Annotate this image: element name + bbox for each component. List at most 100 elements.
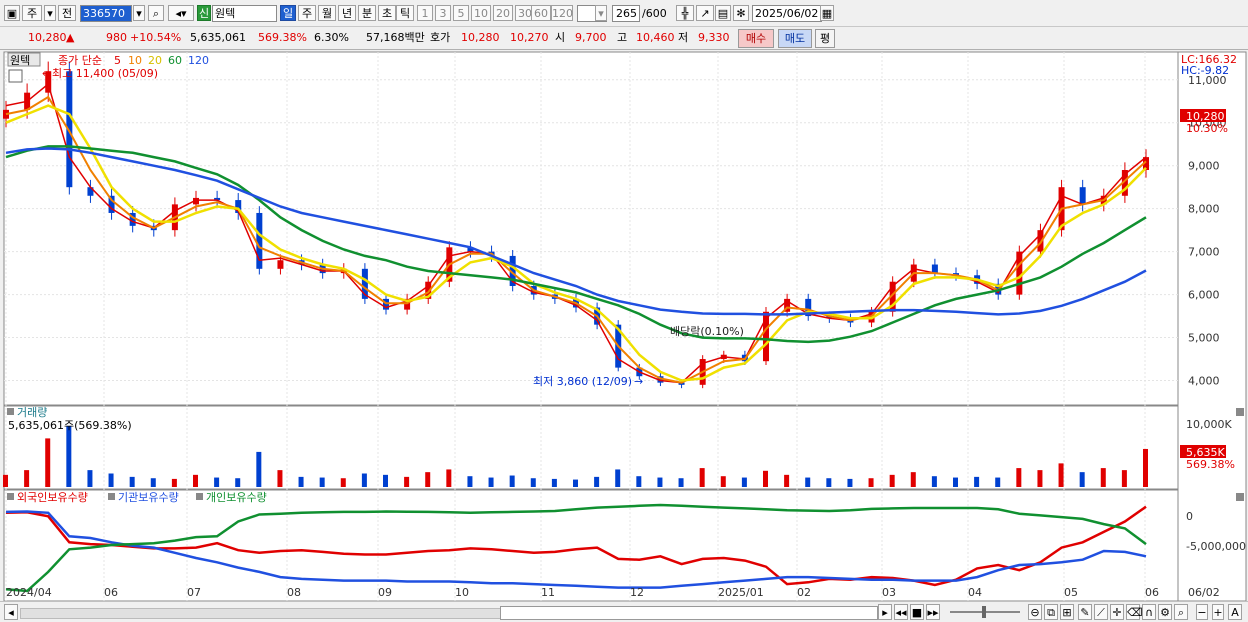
volume-bar — [953, 477, 958, 487]
legend-individual: 개인보유수량 — [206, 491, 267, 504]
eraser-icon[interactable]: ⌫ — [1126, 604, 1143, 620]
custom-minute-dropdown-icon[interactable]: ▾ — [595, 5, 607, 21]
period-day[interactable]: 일 — [280, 5, 296, 21]
price-panel — [3, 51, 1179, 406]
minute-5[interactable]: 5 — [453, 5, 469, 21]
code-dropdown-icon[interactable]: ▾ — [133, 5, 145, 21]
indicator-icon[interactable]: ↗ — [696, 5, 714, 21]
scroll-right-icon[interactable]: ▸ — [878, 604, 892, 620]
date-input[interactable]: 2025/06/02 — [752, 5, 822, 22]
period-tick[interactable]: 틱 — [396, 5, 414, 21]
first-page-icon[interactable]: ◂◂ — [894, 604, 908, 620]
minute-60[interactable]: 60 — [531, 5, 551, 21]
holding-close-icon[interactable] — [1236, 493, 1244, 501]
draw-icon[interactable]: ✎ — [1078, 604, 1092, 620]
volume-y-tick: 10,000K — [1186, 418, 1232, 431]
prev-button[interactable]: 전 — [58, 5, 76, 21]
volume-bar — [657, 477, 663, 487]
sell-button[interactable]: 매도 — [778, 29, 812, 48]
volume-bar — [404, 476, 410, 487]
candle-type-icon[interactable]: ╬ — [676, 5, 694, 21]
compare-icon[interactable]: ⧉ — [1044, 604, 1058, 620]
stock-chart[interactable]: 11,00010,0009,0008,0007,0006,0005,0004,0… — [0, 50, 1248, 601]
zoom-in-icon[interactable]: ⌕ — [1174, 604, 1188, 620]
last-page-icon[interactable]: ▸▸ — [926, 604, 940, 620]
scrollbar-thumb[interactable] — [500, 606, 878, 620]
volume-bar — [108, 473, 114, 487]
gear-icon[interactable]: ✻ — [733, 5, 749, 21]
minute-3[interactable]: 3 — [435, 5, 451, 21]
minute-20[interactable]: 20 — [493, 5, 513, 21]
high-note: 최고 11,400 (05/09) — [52, 67, 158, 80]
period-month[interactable]: 월 — [318, 5, 336, 21]
eval-button[interactable]: 평 — [815, 29, 835, 48]
x-tick-label: 09 — [378, 586, 392, 599]
change-percent: +10.54% — [130, 31, 182, 44]
low-arrow-icon: → — [634, 375, 643, 388]
volume-bar — [1058, 463, 1064, 487]
minus-icon[interactable]: − — [1196, 604, 1208, 620]
volume-bar — [235, 478, 241, 487]
quote-ask: 10,270 — [510, 31, 549, 44]
volume-bar — [615, 469, 621, 487]
volume-bar — [910, 472, 916, 487]
magnet-icon[interactable]: ∩ — [1142, 604, 1156, 620]
volume-bar — [87, 470, 93, 487]
institution-legend-icon — [108, 493, 115, 500]
minute-120[interactable]: 120 — [551, 5, 573, 21]
low-note: 최저 3,860 (12/09) — [533, 375, 632, 388]
turnover-rate: 6.30% — [314, 31, 349, 44]
period-minute[interactable]: 분 — [358, 5, 376, 21]
volume-bar — [699, 468, 705, 487]
zoom-slider-handle[interactable] — [982, 606, 986, 618]
font-size-icon[interactable]: A — [1228, 604, 1242, 620]
stop-icon[interactable]: ■ — [910, 604, 924, 620]
minute-1[interactable]: 1 — [417, 5, 433, 21]
grid-toggle-icon[interactable] — [8, 69, 23, 83]
stock-name-field[interactable]: 원텍 — [212, 5, 277, 22]
plus-icon[interactable]: + — [1212, 604, 1224, 620]
volume-bar — [467, 476, 473, 487]
count-input[interactable]: 265 — [612, 5, 640, 22]
copy-icon[interactable]: ⊞ — [1060, 604, 1074, 620]
tools-icon[interactable]: ⚙ — [1158, 604, 1172, 620]
scrollbar-track[interactable] — [20, 608, 502, 619]
volume-bar — [319, 477, 325, 487]
period-second[interactable]: 초 — [378, 5, 396, 21]
volume-bar — [974, 476, 980, 487]
ma-legend-5: 5 — [114, 54, 121, 67]
period-week[interactable]: 주 — [298, 5, 316, 21]
holding-panel — [3, 489, 1179, 601]
volume-bar — [277, 470, 283, 487]
minute-10[interactable]: 10 — [471, 5, 491, 21]
search-icon[interactable]: ⌕ — [148, 5, 164, 21]
speaker-icon[interactable]: ◂▾ — [168, 5, 194, 21]
line-tool-icon[interactable]: ⟋ — [1094, 604, 1108, 620]
open-label: 시 — [555, 31, 566, 44]
x-tick-label: 11 — [541, 586, 555, 599]
holding-y-tick-1: -5,000,000 — [1186, 540, 1246, 553]
period-year[interactable]: 년 — [338, 5, 356, 21]
x-tick-label: 08 — [287, 586, 301, 599]
count-total: /600 — [642, 7, 667, 20]
layout-icon[interactable]: ▣ — [4, 5, 20, 21]
legend-foreign: 외국인보유수량 — [17, 491, 88, 504]
high-label: 고 — [617, 31, 628, 44]
save-icon[interactable]: ▤ — [715, 5, 731, 21]
cross-tool-icon[interactable]: ✛ — [1110, 604, 1124, 620]
zoom-out-icon[interactable]: ⊖ — [1028, 604, 1042, 620]
period-main-select[interactable]: 주 — [22, 5, 42, 21]
calendar-icon[interactable]: ▦ — [820, 5, 834, 21]
volume-bar — [530, 478, 536, 487]
stock-code-input[interactable]: 336570 — [80, 5, 132, 22]
chevron-down-icon[interactable]: ▾ — [44, 5, 56, 21]
hc-label: HC:-9.82 — [1181, 64, 1229, 77]
buy-button[interactable]: 매수 — [738, 29, 774, 48]
volume-close-icon[interactable] — [1236, 408, 1244, 416]
volume-bar — [784, 474, 790, 487]
scroll-left-icon[interactable]: ◂ — [4, 604, 18, 620]
volume-panel-icon[interactable] — [7, 408, 14, 415]
low-value: 9,330 — [698, 31, 730, 44]
price-y-tick: 4,000 — [1188, 375, 1220, 388]
legend-institution: 기관보유수량 — [118, 491, 179, 504]
